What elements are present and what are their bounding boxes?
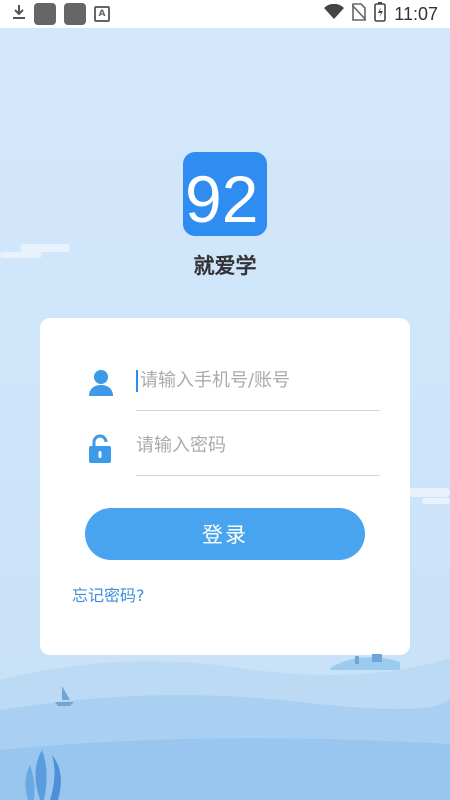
background-cloud: [20, 244, 70, 252]
username-input[interactable]: [139, 370, 380, 391]
status-time: 11:07: [394, 3, 438, 24]
password-input[interactable]: [136, 435, 380, 456]
background-cloud: [0, 252, 42, 258]
app-icon: [34, 3, 56, 25]
lock-icon: [88, 434, 112, 468]
username-field: [40, 351, 410, 411]
login-button[interactable]: 登录: [85, 508, 365, 560]
app-icon: [64, 3, 86, 25]
user-icon: [88, 369, 114, 401]
bottom-scene-illustration: [0, 640, 450, 800]
app-logo: 92: [183, 152, 267, 236]
island-icon: [330, 654, 400, 670]
forgot-password-link[interactable]: 忘记密码?: [72, 582, 145, 606]
password-field: [40, 416, 410, 476]
app-name: 就爱学: [193, 254, 257, 278]
login-card: 登录 忘记密码?: [40, 318, 410, 655]
background-cloud: [422, 498, 450, 504]
battery-icon: [374, 2, 387, 26]
wifi-icon: [324, 3, 345, 24]
background-cloud: [408, 488, 450, 497]
no-sim-icon: [351, 3, 367, 25]
status-bar: A 11:07: [0, 0, 450, 28]
text-caret: [136, 369, 138, 392]
logo-number: 92: [185, 162, 258, 236]
download-icon: [12, 4, 26, 24]
accessibility-icon: A: [94, 6, 110, 22]
